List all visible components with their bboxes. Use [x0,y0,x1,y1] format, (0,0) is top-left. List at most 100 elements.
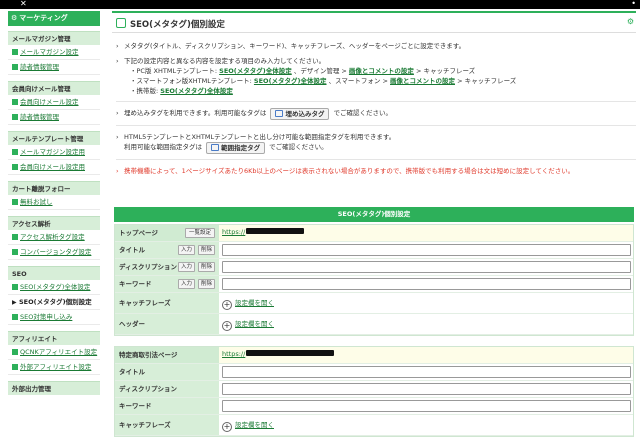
delete-button[interactable]: 削除 [197,279,215,289]
sidebar-header-label: マーケティング [19,14,68,22]
sidebar-item-seo-individual[interactable]: ▶ SEO(メタタグ)個別設定 [8,295,100,310]
page-url-row: 特定商取引法ページ https:// [115,347,633,364]
description-input[interactable] [222,383,631,395]
link-seo-global-mobile[interactable]: SEO(メタタグ)全体設定 [160,87,233,95]
note-text: ・スマートフォン版XHTMLテンプレート: [130,77,252,85]
sidebar-item-label: 無料お試し [20,198,53,206]
sidebar-group-title: アフィリエイト [8,331,100,345]
keyword-input[interactable] [222,400,631,412]
title-input[interactable] [222,366,631,378]
sidebar-item-free-trial[interactable]: 無料お試し [8,195,100,210]
note-defaults: › 下記の設定内容と異なる内容を設定する項目のみ入力してください。 ・PC版 X… [116,56,636,96]
note-line-smartphone: ・スマートフォン版XHTMLテンプレート: SEO(メタタグ)全体設定 、スマー… [124,76,636,86]
button-label: 埋め込みタグ [285,110,325,118]
note-text: でご確認ください。 [269,143,328,151]
list-settings-button[interactable]: 一覧設定 [185,228,215,238]
sidebar-item-label: SEO対策申し込み [20,313,73,321]
note-text: 、デザイン管理 > [293,67,347,75]
sidebar-item-seo-apply[interactable]: SEO対策申し込み [8,310,100,325]
note-text: 利用可能な範囲指定タグは [124,143,202,151]
page-url-row: トップページ 一覧設定 https:// [115,225,633,242]
sidebar-group-seo: SEO SEO(メタタグ)全体設定 ▶ SEO(メタタグ)個別設定 SEO対策申し… [8,266,100,325]
open-settings-toggle[interactable]: + 設定欄を開く [222,318,274,331]
link-seo-global[interactable]: SEO(メタタグ)全体設定 [219,67,292,75]
square-bullet-icon [12,314,18,320]
catchphrase-row: キャッチフレーズ + 設定欄を開く [115,293,633,314]
row-value [219,276,633,292]
embed-tag-button[interactable]: 埋め込みタグ [270,108,330,120]
note-text: 下記の設定内容と異なる内容を設定する項目のみ入力してください。 [124,57,326,65]
delete-button[interactable]: 削除 [197,245,215,255]
link-image-comment-sp[interactable]: 画像とコメントの設定 [390,77,455,85]
sidebar-item-member-reader-info[interactable]: 読者情報管理 [8,110,100,125]
note-text: ・PC版 XHTMLテンプレート: [130,67,218,75]
row-label: ディスクリプション [115,381,219,397]
title-row: タイトル 入力 削除 [115,242,633,259]
link-image-comment[interactable]: 画像とコメントの設定 [349,67,414,75]
sidebar-item-member-mail-settings[interactable]: 会員向けメール設定 [8,95,100,110]
row-label: ヘッダー [115,314,219,334]
link-seo-global-sp[interactable]: SEO(メタタグ)全体設定 [254,77,327,85]
input-button[interactable]: 入力 [177,279,195,289]
page-title: SEO(メタタグ)個別設定 [130,20,225,30]
sidebar-item-external-affiliate[interactable]: 外部アフィリエイト設定 [8,360,100,375]
note-text: > キャッチフレーズ [457,77,517,85]
description-input[interactable] [222,261,631,273]
note-text: でご確認ください。 [333,109,393,117]
sidebar-item-conversion-tag[interactable]: コンバージョンタグ設定 [8,245,100,260]
sidebar-item-qcnk-affiliate[interactable]: QCNKアフィリエイト設定 [8,345,100,360]
sidebar-group-mail-template: メールテンプレート管理 メールマガジン設定用 会員向けメール設定用 [8,131,100,175]
chevron-right-icon: › [116,133,119,141]
sidebar-item-analytics-tag[interactable]: アクセス解析タグ設定 [8,230,100,245]
sidebar-group-title: カート離脱フォロー [8,181,100,195]
open-settings-toggle[interactable]: + 設定欄を開く [222,297,274,310]
sidebar-header[interactable]: ⚙ マーケティング [8,11,100,26]
square-bullet-icon [12,164,18,170]
note-embed-tag: › 埋め込みタグを利用できます。利用可能なタグは 埋め込みタグ でご確認ください… [116,108,636,120]
open-settings-toggle[interactable]: + 設定欄を開く [222,419,274,432]
note-line-pc: ・PC版 XHTMLテンプレート: SEO(メタタグ)全体設定 、デザイン管理 … [124,66,636,76]
sidebar-item-reader-info[interactable]: 読者情報管理 [8,60,100,75]
button-label: 範囲指定タグ [221,144,261,152]
square-bullet-icon [12,99,18,105]
input-button[interactable]: 入力 [177,262,195,272]
square-bullet-icon [12,199,18,205]
sidebar-group-member-mail: 会員向けメール管理 会員向けメール設定 読者情報管理 [8,81,100,125]
row-value [219,242,633,258]
open-settings-label: 設定欄を開く [235,320,274,328]
page-url-link[interactable]: https:// [222,350,335,358]
open-settings-label: 設定欄を開く [235,299,274,307]
sidebar-item-label: SEO(メタタグ)個別設定 [19,298,92,306]
notes: › メタタグ(タイトル、ディスクリプション、キーワード)、キャッチフレーズ、ヘッ… [112,41,636,176]
chevron-right-icon: › [116,42,119,50]
menu-icon[interactable]: • [631,0,636,9]
title-input[interactable] [222,244,631,256]
field-label: タイトル [119,246,145,254]
redacted-bar [246,228,305,234]
row-value [219,259,633,275]
sidebar-item-label: 読者情報管理 [20,63,59,71]
row-value: + 設定欄を開く [219,314,633,334]
row-label: キャッチフレーズ [115,415,219,435]
tag-icon [275,110,284,117]
row-label: トップページ 一覧設定 [115,225,219,241]
chevron-right-icon: › [116,57,119,65]
sidebar-item-mailmag-settings[interactable]: メールマガジン設定 [8,45,100,60]
input-button[interactable]: 入力 [177,245,195,255]
sidebar: ⚙ マーケティング メールマガジン管理 メールマガジン設定 読者情報管理 会員向け… [8,11,100,440]
close-icon[interactable]: ✕ [20,0,27,9]
sidebar-item-seo-global[interactable]: SEO(メタタグ)全体設定 [8,280,100,295]
page-url-link[interactable]: https:// [222,228,305,236]
keyword-input[interactable] [222,278,631,290]
plus-circle-icon: + [222,300,232,310]
sidebar-item-template-mailmag[interactable]: メールマガジン設定用 [8,145,100,160]
square-bullet-icon [12,49,18,55]
sidebar-item-template-member[interactable]: 会員向けメール設定用 [8,160,100,175]
settings-gear-icon[interactable]: ⚙ [627,17,634,26]
square-bullet-icon [12,249,18,255]
keyword-row: キーワード [115,398,633,415]
note-mobile-warning: › 携帯機種によって、1ページサイズあたり6Kb以上のページは表示されない場合が… [116,166,636,176]
delete-button[interactable]: 削除 [197,262,215,272]
range-tag-button[interactable]: 範囲指定タグ [206,142,266,154]
row-value: https:// [219,347,633,363]
